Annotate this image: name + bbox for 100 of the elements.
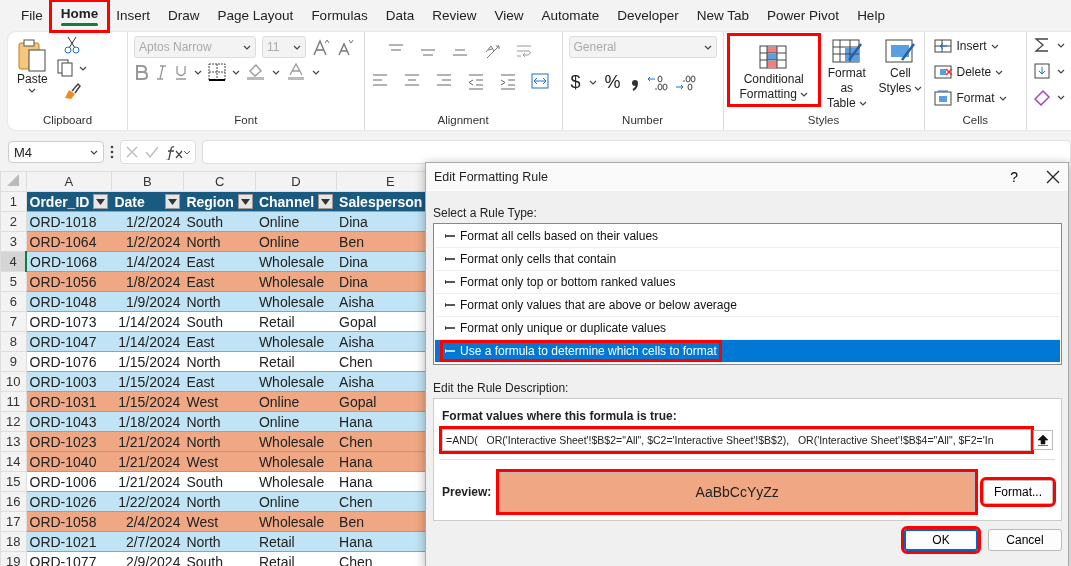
row-header[interactable]: 8	[0, 331, 26, 352]
row-header[interactable]: 11	[0, 391, 26, 412]
cells-button[interactable]: Format	[930, 88, 1009, 108]
menu-tab[interactable]: View	[485, 4, 533, 27]
conditional-formatting-icon	[757, 44, 790, 72]
filter-button[interactable]	[93, 194, 109, 209]
row-header[interactable]: 9	[0, 351, 26, 372]
group-label: Alignment	[436, 114, 490, 128]
row-header[interactable]: 17	[0, 511, 26, 532]
menu-tab[interactable]: File	[12, 4, 52, 27]
filter-button[interactable]	[318, 194, 334, 209]
menu-tab[interactable]: New Tab	[687, 4, 759, 27]
caret-icon[interactable]	[78, 64, 87, 72]
more-options-icon[interactable]	[110, 145, 114, 159]
menu-tab[interactable]: Home	[51, 1, 108, 30]
dialog-button[interactable]: Cancel	[988, 529, 1062, 551]
caret-icon[interactable]	[272, 68, 280, 76]
table-cell: North	[183, 431, 256, 452]
style-button[interactable]: Conditional Formatting	[729, 36, 818, 104]
sum-icon[interactable]	[1033, 36, 1051, 54]
menu-tab[interactable]: Automate	[532, 4, 609, 27]
menu-tab[interactable]: Data	[376, 4, 424, 27]
style-button[interactable]: Cell Styles	[875, 36, 926, 98]
caret-icon[interactable]	[1057, 41, 1065, 49]
increase-decimal-icon[interactable]	[646, 73, 669, 92]
menu-tab[interactable]: Insert	[107, 4, 160, 27]
formula-input[interactable]	[202, 140, 1071, 164]
help-button[interactable]: ?	[1004, 168, 1024, 186]
increase-font-icon[interactable]	[312, 38, 330, 56]
row-header[interactable]: 1	[0, 191, 26, 212]
style-button[interactable]: Format as Table	[823, 36, 870, 113]
caret-icon[interactable]	[312, 68, 320, 76]
row-header[interactable]: 10	[0, 371, 26, 392]
check-icon[interactable]	[145, 145, 159, 159]
row-header[interactable]: 2	[0, 211, 26, 232]
menu-tab[interactable]: Draw	[159, 4, 209, 27]
column-header[interactable]: C	[183, 171, 256, 192]
filter-button[interactable]	[237, 194, 253, 209]
column-header[interactable]: B	[111, 171, 184, 192]
fill-down-icon[interactable]	[1033, 62, 1051, 80]
row-header[interactable]: 4	[0, 251, 26, 272]
menu-tab[interactable]: Power Pivot	[758, 4, 849, 27]
rule-type-item[interactable]: Use a formula to determine which cells to format	[435, 340, 1060, 363]
dialog-button[interactable]: OK	[904, 529, 978, 551]
paintbrush-icon[interactable]	[62, 82, 81, 100]
borders-icon[interactable]	[208, 63, 226, 81]
underline-icon[interactable]	[174, 64, 188, 80]
merge-center-icon[interactable]	[530, 72, 549, 90]
row-header[interactable]: 6	[0, 291, 26, 312]
eraser-icon[interactable]	[1033, 88, 1051, 106]
decrease-decimal-icon[interactable]	[674, 73, 697, 92]
collapse-dialog-button[interactable]	[1033, 430, 1053, 450]
caret-icon[interactable]	[1057, 93, 1065, 101]
close-icon[interactable]	[1046, 170, 1060, 184]
row-header[interactable]: 5	[0, 271, 26, 292]
menu-tab[interactable]: Formulas	[302, 4, 377, 27]
cells-button[interactable]: Delete	[930, 62, 1006, 82]
name-box[interactable]: M4	[8, 141, 104, 163]
row-header[interactable]: 12	[0, 411, 26, 432]
caret-icon	[28, 87, 37, 94]
row-header[interactable]: 7	[0, 311, 26, 332]
caret-icon[interactable]	[194, 68, 202, 76]
scissors-icon[interactable]	[63, 36, 80, 54]
arrow-bullet-icon	[445, 279, 455, 285]
row-header[interactable]: 3	[0, 231, 26, 252]
dropdown-arrow-icon	[168, 198, 178, 205]
function-icon[interactable]	[165, 144, 191, 160]
clipboard-icon	[17, 38, 48, 72]
filter-button[interactable]	[165, 194, 181, 209]
menu-tab[interactable]: Page Layout	[208, 4, 303, 27]
row-header[interactable]: 15	[0, 471, 26, 492]
caret-icon	[243, 43, 251, 51]
upload-arrow-icon	[1037, 434, 1049, 446]
table-cell: East	[183, 371, 256, 392]
group-label: Number	[621, 114, 664, 128]
bold-icon[interactable]	[134, 64, 148, 80]
table-cell: West	[183, 451, 256, 472]
caret-icon[interactable]	[588, 79, 597, 86]
column-header[interactable]: D	[255, 171, 337, 192]
formula-field[interactable]: =AND( OR('Interactive Sheet'!$B$2="All", $C2='Interactive Sheet'!$B$2), OR('Interactive Sheet'!$B$4="All", $F2='In	[442, 429, 1031, 451]
copy-icon[interactable]	[56, 59, 73, 77]
paste-button[interactable]: Paste	[14, 36, 51, 96]
row-header[interactable]: 16	[0, 491, 26, 512]
caret-icon[interactable]	[1057, 67, 1065, 75]
menu-tab[interactable]: Help	[848, 4, 894, 27]
format-button[interactable]: Format...	[983, 480, 1053, 504]
column-header[interactable]: A	[26, 171, 112, 192]
menu-tab[interactable]: Developer	[608, 4, 688, 27]
row-header[interactable]: 14	[0, 451, 26, 472]
row-header[interactable]: 13	[0, 431, 26, 452]
menu-tab[interactable]: Review	[423, 4, 486, 27]
decrease-font-icon[interactable]	[336, 38, 354, 56]
font-color-icon[interactable]	[286, 63, 306, 81]
cells-button[interactable]: Insert	[930, 36, 1001, 56]
arrow-bullet-icon	[445, 233, 455, 239]
caret-icon[interactable]	[232, 68, 240, 76]
fill-color-icon[interactable]	[246, 63, 266, 81]
italic-icon[interactable]	[154, 64, 168, 80]
group-label: Cells	[961, 114, 990, 128]
row-header[interactable]: 18	[0, 531, 26, 552]
